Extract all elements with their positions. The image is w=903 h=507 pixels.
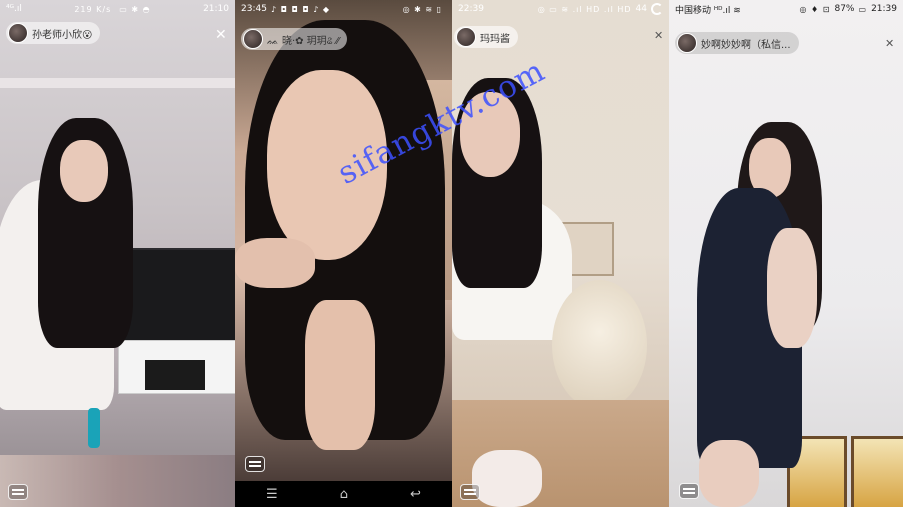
status-icons: ◎ ✱ ≋ ▯: [402, 4, 442, 14]
streamer-name: ᨐ 晓·✿ 玥玥ଌ ⁄⁄: [267, 35, 340, 47]
loading-icon: [651, 3, 663, 15]
status-icons: ◎ ▭ ≋ .ıl HD .ıl HD: [537, 4, 632, 14]
streamer-name-pill[interactable]: 玛玛酱: [454, 26, 518, 48]
status-bar: ⁴ᴳ.ıl 219 K/s ▭ ✱ ◓ 21:10: [0, 0, 235, 18]
person-hand: [235, 238, 315, 288]
streamer-name-pill[interactable]: 孙老师小欣😮: [6, 22, 101, 44]
network-speed: 219 K/s: [74, 4, 112, 14]
stream-panel-1[interactable]: ⁴ᴳ.ıl 219 K/s ▭ ✱ ◓ 21:10 孙老师小欣😮 ✕: [0, 0, 235, 507]
bedspread: [0, 455, 235, 507]
stream-panel-2[interactable]: 23:45 ♪ ◘ ◘ ◘ ♪ ◆ ◎ ✱ ≋ ▯ ᨐ 晓·✿ 玥玥ଌ ⁄⁄ ☰…: [235, 0, 452, 507]
ceiling-light: [0, 78, 235, 88]
notification-icons: ♪ ◘ ◘ ◘ ♪ ◆: [270, 4, 330, 14]
streamer-name: 玛玛酱: [480, 33, 510, 45]
clock: 22:39: [458, 4, 484, 14]
signal-icon: ⁴ᴳ.ıl: [6, 4, 22, 14]
battery-level: 87%: [834, 4, 855, 14]
clock: 21:10: [203, 4, 229, 14]
person-arm: [767, 228, 817, 348]
avatar: [8, 23, 28, 43]
avatar: [456, 27, 476, 47]
status-icons: ◎ ♦ ⊡: [799, 4, 831, 14]
white-dog: [552, 280, 647, 410]
chat-icon[interactable]: [679, 483, 699, 499]
tv-screen: [120, 248, 235, 342]
cabinet-drawer: [145, 360, 205, 390]
avatar: [677, 33, 697, 53]
streamer-name-pill[interactable]: 妙啊妙妙啊（私信...: [675, 32, 799, 54]
clock: 23:45: [241, 4, 267, 14]
picture-frame-right: [851, 436, 903, 507]
close-icon[interactable]: ✕: [215, 28, 227, 42]
status-bar: 23:45 ♪ ◘ ◘ ◘ ♪ ◆ ◎ ✱ ≋ ▯: [235, 0, 452, 18]
chat-icon[interactable]: [460, 484, 480, 500]
streamer-name-pill[interactable]: ᨐ 晓·✿ 玥玥ଌ ⁄⁄: [241, 28, 348, 50]
person-face: [60, 140, 108, 202]
android-nav-bar: ☰ ⌂ ↩: [235, 481, 452, 507]
back-icon[interactable]: ↩: [410, 487, 421, 502]
chat-icon[interactable]: [8, 484, 28, 500]
carrier-signal: 中国移动 ᴴᴰ.ıl ≋: [675, 5, 741, 16]
streamer-name: 妙啊妙妙啊（私信...: [701, 39, 791, 51]
close-icon[interactable]: ✕: [885, 38, 894, 49]
avatar: [243, 29, 263, 49]
battery-level: 44: [635, 4, 647, 14]
status-icons: ▭ ✱ ◓: [119, 4, 151, 14]
clock: 21:39: [871, 4, 897, 14]
person-leg: [699, 440, 759, 507]
person-neck: [305, 300, 375, 450]
menu-icon[interactable]: ☰: [266, 487, 278, 502]
home-icon[interactable]: ⌂: [340, 487, 348, 502]
close-icon[interactable]: ✕: [654, 30, 663, 41]
status-bar: 中国移动 ᴴᴰ.ıl ≋ ◎ ♦ ⊡ 87% ▭ 21:39: [669, 0, 903, 18]
stream-panel-4[interactable]: 中国移动 ᴴᴰ.ıl ≋ ◎ ♦ ⊡ 87% ▭ 21:39 妙啊妙妙啊（私信.…: [669, 0, 903, 507]
chat-icon[interactable]: [245, 456, 265, 472]
status-bar: 22:39 ◎ ▭ ≋ .ıl HD .ıl HD 44: [452, 0, 669, 18]
battery-icon: ▭: [858, 4, 868, 14]
teal-object: [88, 408, 100, 448]
streamer-name: 孙老师小欣😮: [32, 29, 93, 41]
person-leg: [472, 450, 542, 507]
